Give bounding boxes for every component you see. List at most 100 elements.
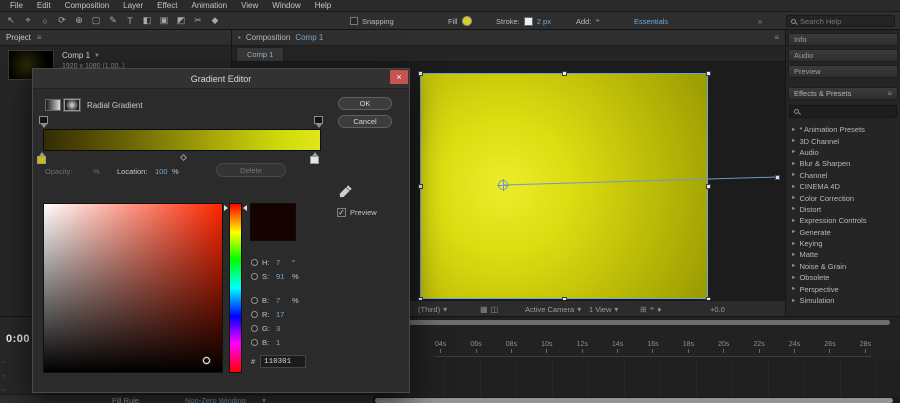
- close-icon[interactable]: ×: [390, 70, 408, 84]
- collapsed-panel-header[interactable]: Audio: [788, 49, 898, 62]
- effects-category-item[interactable]: ► Channel: [786, 170, 900, 181]
- fill-color-swatch[interactable]: [461, 16, 472, 26]
- effects-category-item[interactable]: ► Obsolete: [786, 272, 900, 283]
- workspace-tab-essentials[interactable]: Essentials: [634, 17, 668, 26]
- dialog-titlebar[interactable]: Gradient Editor ×: [33, 69, 409, 89]
- linear-gradient-type-button[interactable]: [45, 99, 61, 111]
- shape-tool-icon[interactable]: ▢: [89, 14, 103, 27]
- zoom-tool-icon[interactable]: ○: [38, 14, 52, 27]
- channel-radio[interactable]: [251, 296, 258, 304]
- panel-menu-icon[interactable]: ≡: [774, 33, 779, 42]
- color-stop-right[interactable]: [310, 152, 319, 164]
- type-tool-icon[interactable]: T: [123, 14, 137, 27]
- effects-category-item[interactable]: ► Noise & Grain: [786, 261, 900, 272]
- opacity-stop-right[interactable]: [314, 116, 323, 128]
- opacity-stop-left[interactable]: [39, 116, 48, 128]
- hex-color-input[interactable]: [260, 355, 307, 368]
- location-value[interactable]: 100: [155, 167, 168, 176]
- effects-search-box[interactable]: [789, 105, 897, 118]
- snapping-checkbox[interactable]: [350, 17, 358, 25]
- panel-menu-icon[interactable]: ≡: [37, 33, 42, 42]
- eraser-tool-icon[interactable]: ◩: [174, 14, 188, 27]
- grid-options[interactable]: ▦ ◫: [480, 301, 498, 317]
- effects-category-item[interactable]: ► Perspective: [786, 283, 900, 294]
- effects-category-item[interactable]: ► Color Correction: [786, 192, 900, 203]
- orbit-camera-tool-icon[interactable]: ⟳: [55, 14, 69, 27]
- gradient-end-handle[interactable]: [775, 175, 780, 180]
- selection-handle[interactable]: [562, 71, 567, 76]
- color-stop-left[interactable]: [37, 152, 46, 164]
- selection-tool-icon[interactable]: ↖: [4, 14, 18, 27]
- effects-category-item[interactable]: ► Expression Controls: [786, 215, 900, 226]
- cancel-button[interactable]: Cancel: [338, 115, 392, 128]
- channel-value[interactable]: 17: [276, 310, 288, 319]
- channel-radio[interactable]: [251, 310, 258, 318]
- puppet-pin-tool-icon[interactable]: ◆: [208, 14, 222, 27]
- ok-button[interactable]: OK: [338, 97, 392, 110]
- effects-category-item[interactable]: ► Keying: [786, 238, 900, 249]
- collapsed-panel-header[interactable]: Info: [788, 33, 898, 46]
- stroke-color-swatch[interactable]: [523, 16, 533, 26]
- menu-item[interactable]: Edit: [30, 0, 58, 11]
- brush-tool-icon[interactable]: ◧: [140, 14, 154, 27]
- channel-radio[interactable]: [251, 338, 258, 346]
- project-item[interactable]: Comp 1 ▼: [62, 51, 100, 60]
- panel-menu-icon[interactable]: ≡: [887, 89, 892, 98]
- effects-category-item[interactable]: ► Audio: [786, 147, 900, 158]
- eyedropper-icon[interactable]: [339, 183, 353, 199]
- gradient-midpoint-handle[interactable]: [179, 153, 188, 162]
- delete-stop-button[interactable]: Delete: [216, 163, 286, 177]
- channel-value[interactable]: 7: [276, 258, 288, 267]
- composition-panel-tab[interactable]: ▪ Composition Comp 1 ≡: [232, 30, 785, 46]
- timeline-track-area[interactable]: [373, 358, 900, 396]
- channel-value[interactable]: 7: [276, 296, 288, 305]
- effects-category-item[interactable]: ► CINEMA 4D: [786, 181, 900, 192]
- view-layout-dropdown[interactable]: 1 View ▾: [589, 301, 618, 317]
- menu-item[interactable]: Help: [308, 0, 338, 11]
- channel-radio[interactable]: [251, 272, 258, 280]
- effects-category-item[interactable]: ► Generate: [786, 227, 900, 238]
- timeline-toggle-icon[interactable]: ▫: [2, 373, 10, 381]
- fill-rule-dropdown[interactable]: Non-Zero Winding: [185, 396, 246, 403]
- effects-category-item[interactable]: ► * Animation Presets: [786, 124, 900, 135]
- camera-dropdown[interactable]: Active Camera ▾: [525, 301, 581, 317]
- channel-value[interactable]: 91: [276, 272, 288, 281]
- effects-search-input[interactable]: [803, 108, 883, 115]
- clone-stamp-tool-icon[interactable]: ▣: [157, 14, 171, 27]
- timeline-navigator-bar[interactable]: [378, 320, 890, 325]
- channel-radio[interactable]: [251, 258, 258, 266]
- menu-item[interactable]: File: [3, 0, 30, 11]
- timeline-toggle-icon[interactable]: ▫: [2, 359, 10, 367]
- pan-behind-tool-icon[interactable]: ⊕: [72, 14, 86, 27]
- roto-brush-tool-icon[interactable]: ✂: [191, 14, 205, 27]
- gradient-preview-strip[interactable]: [43, 129, 321, 151]
- menu-item[interactable]: View: [234, 0, 265, 11]
- menu-item[interactable]: Composition: [58, 0, 116, 11]
- magnification-dropdown[interactable]: (Third) ▾: [418, 301, 447, 317]
- help-search-input[interactable]: [800, 16, 885, 26]
- effects-category-item[interactable]: ► Blur & Sharpen: [786, 158, 900, 169]
- gradient-center-anchor[interactable]: [497, 179, 509, 191]
- effects-presets-header[interactable]: Effects & Presets ≡: [788, 87, 898, 100]
- effects-category-item[interactable]: ► Matte: [786, 249, 900, 260]
- effects-category-item[interactable]: ► Distort: [786, 204, 900, 215]
- current-timecode[interactable]: 0:00: [6, 333, 30, 345]
- add-property-icon[interactable]: ⌖: [595, 16, 600, 26]
- selection-handle[interactable]: [706, 71, 711, 76]
- help-search-box[interactable]: [786, 15, 895, 27]
- effects-category-item[interactable]: ► Simulation: [786, 295, 900, 306]
- channel-value[interactable]: 3: [276, 324, 288, 333]
- menu-item[interactable]: Window: [265, 0, 307, 11]
- selection-handle[interactable]: [706, 184, 711, 189]
- exposure-control[interactable]: +0.0: [710, 301, 725, 317]
- stroke-width-value[interactable]: 2 px: [537, 17, 551, 26]
- radial-gradient-type-button[interactable]: [64, 99, 80, 111]
- effects-category-item[interactable]: ► 3D Channel: [786, 135, 900, 146]
- selection-handle[interactable]: [418, 184, 423, 189]
- collapsed-panel-header[interactable]: Preview: [788, 65, 898, 78]
- menu-item[interactable]: Layer: [116, 0, 150, 11]
- pen-tool-icon[interactable]: ✎: [106, 14, 120, 27]
- selection-handle[interactable]: [418, 71, 423, 76]
- time-ruler[interactable]: 04s 06s 08s 10s 12s 14s 16s 18s 20s 22s …: [435, 341, 871, 357]
- hue-slider[interactable]: [229, 203, 242, 373]
